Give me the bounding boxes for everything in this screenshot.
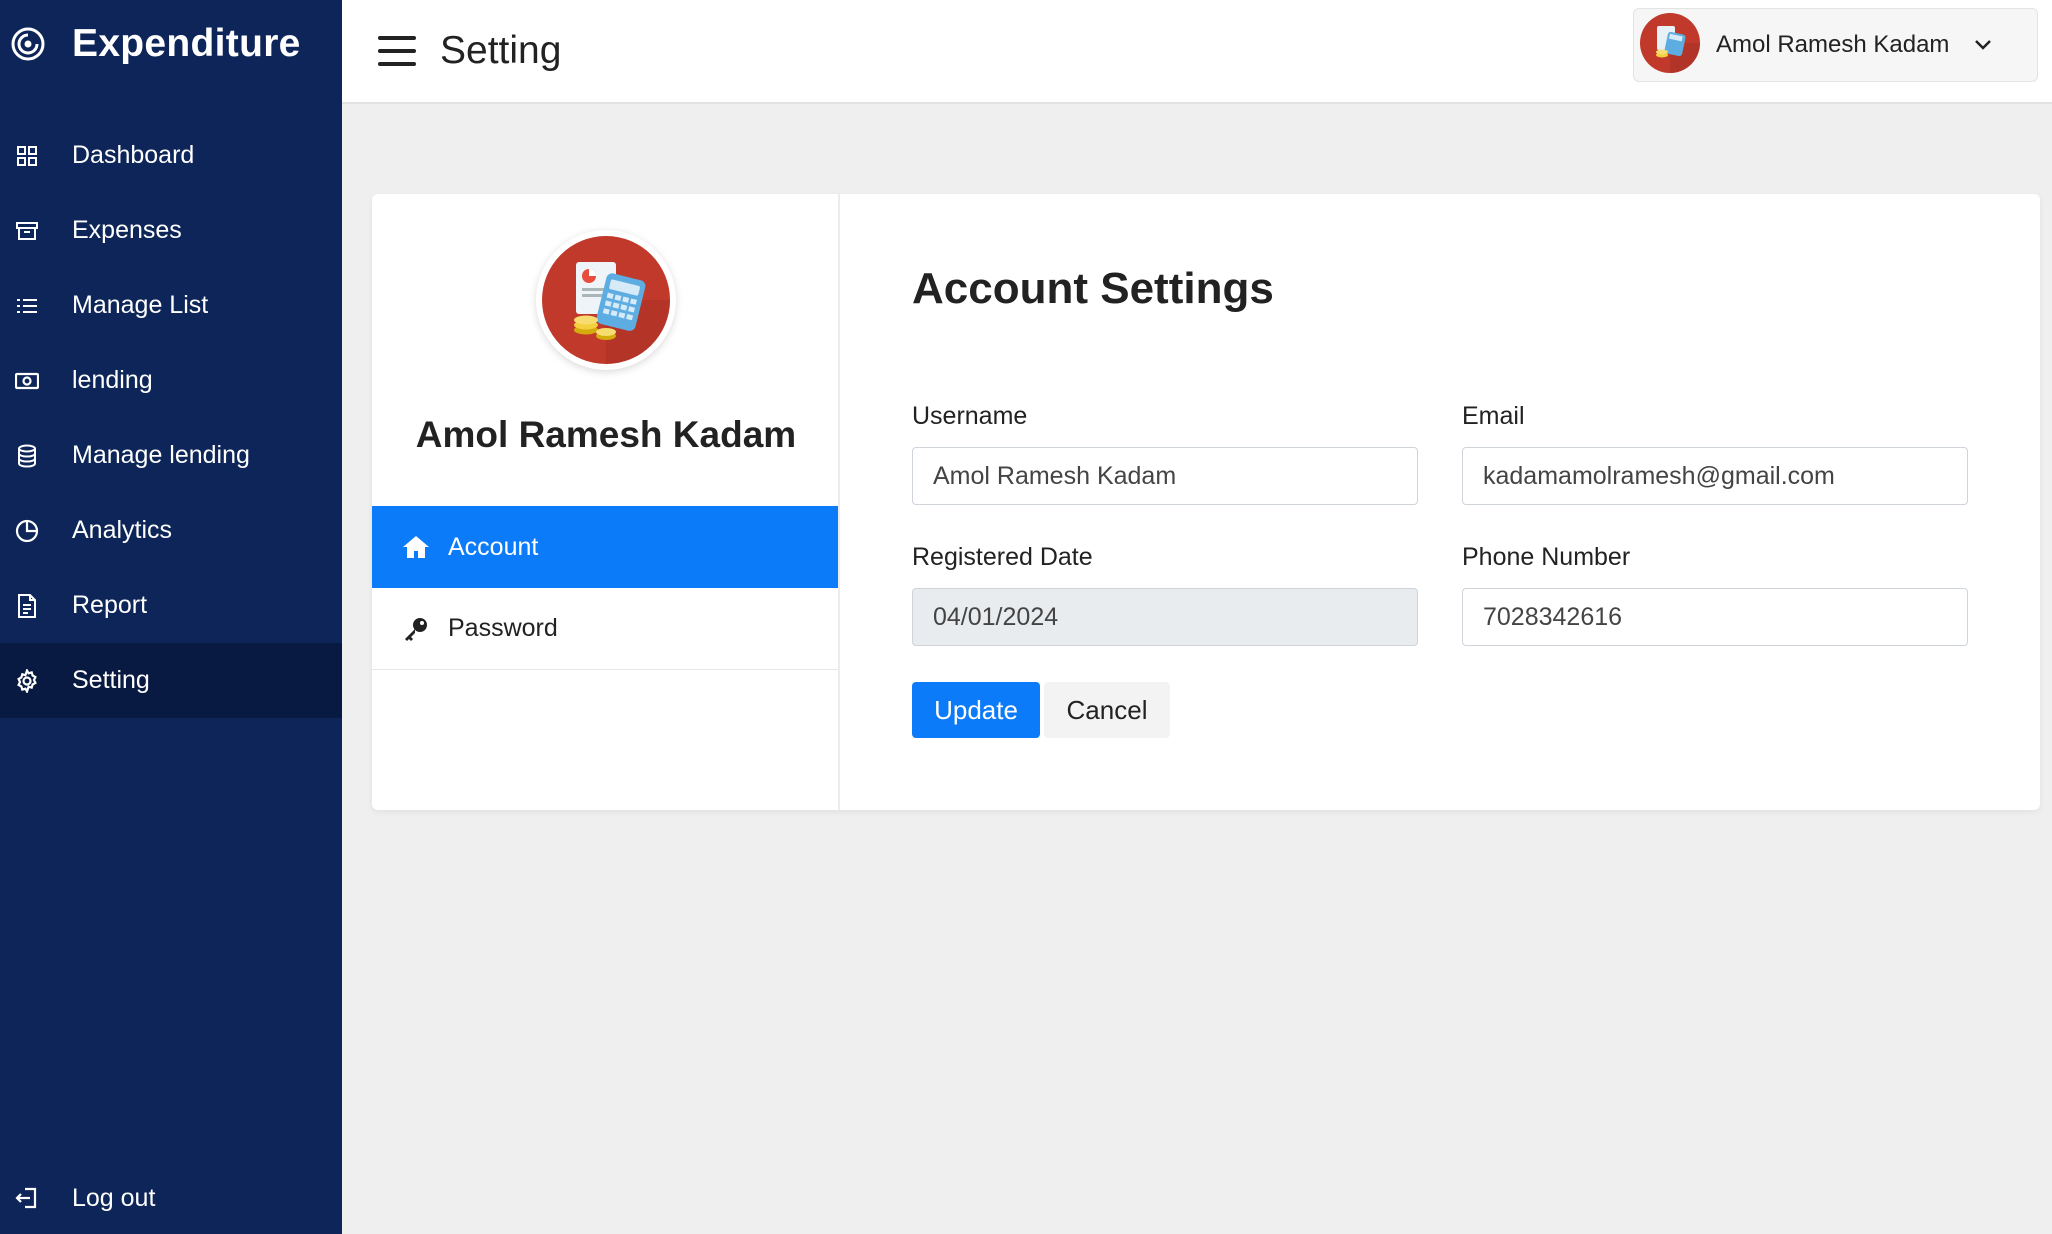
settings-card: Amol Ramesh Kadam Account Password Accou… — [372, 194, 2040, 810]
brand-name: Expenditure — [72, 22, 301, 65]
profile-avatar — [536, 230, 676, 370]
email-label: Email — [1462, 402, 1525, 430]
account-settings-panel: Account Settings Username Email Register… — [912, 194, 2040, 810]
logout-icon — [14, 1185, 40, 1211]
username-field-group: Username — [912, 402, 1418, 505]
phone-label: Phone Number — [1462, 543, 1631, 571]
cash-icon — [14, 368, 40, 394]
brand[interactable]: Expenditure — [0, 0, 342, 88]
logout-button[interactable]: Log out — [0, 1162, 342, 1234]
menu-item-label: Password — [448, 614, 558, 642]
registered-date-field-group: Registered Date — [912, 543, 1418, 646]
registered-date-label: Registered Date — [912, 543, 1093, 571]
update-button[interactable]: Update — [912, 682, 1040, 738]
section-title: Account Settings — [912, 264, 1274, 313]
sidebar-item-dashboard[interactable]: Dashboard — [0, 118, 342, 193]
phone-input[interactable] — [1462, 588, 1968, 646]
archive-icon — [14, 218, 40, 244]
user-name: Amol Ramesh Kadam — [1716, 31, 1950, 58]
top-bar: Setting Amol Ramesh Kadam — [342, 0, 2052, 104]
menu-item-account[interactable]: Account — [372, 506, 838, 588]
sidebar-item-label: Analytics — [72, 516, 173, 544]
sidebar-item-label: Dashboard — [72, 141, 195, 169]
sidebar-item-analytics[interactable]: Analytics — [0, 493, 342, 568]
sidebar-nav: Dashboard Expenses Manage List lending M… — [0, 118, 342, 718]
chevron-down-icon — [1973, 38, 1993, 52]
settings-menu: Account Password — [372, 506, 838, 670]
sidebar-item-report[interactable]: Report — [0, 568, 342, 643]
sidebar-item-expenses[interactable]: Expenses — [0, 193, 342, 268]
sidebar-item-label: Manage List — [72, 291, 209, 319]
home-icon — [402, 533, 430, 561]
brand-logo-icon — [10, 26, 46, 62]
page-title: Setting — [440, 29, 562, 72]
document-icon — [14, 593, 40, 619]
sidebar-item-label: Expenses — [72, 216, 182, 244]
cancel-button[interactable]: Cancel — [1044, 682, 1170, 738]
grid-icon — [14, 143, 40, 169]
email-field-group: Email — [1462, 402, 1968, 505]
username-input[interactable] — [912, 447, 1418, 505]
email-input[interactable] — [1462, 447, 1968, 505]
registered-date-input — [912, 588, 1418, 646]
list-icon — [14, 293, 40, 319]
menu-item-label: Account — [448, 532, 539, 561]
sidebar-item-label: Setting — [72, 666, 150, 694]
username-label: Username — [912, 402, 1028, 430]
phone-field-group: Phone Number — [1462, 543, 1968, 646]
profile-name: Amol Ramesh Kadam — [415, 414, 797, 455]
menu-toggle-icon[interactable] — [378, 36, 416, 66]
sidebar-item-lending[interactable]: lending — [0, 343, 342, 418]
logout-label: Log out — [72, 1183, 156, 1212]
key-icon — [402, 615, 430, 643]
user-menu-dropdown[interactable]: Amol Ramesh Kadam — [1633, 8, 2038, 82]
sidebar: Expenditure Dashboard Expenses Manage Li… — [0, 0, 342, 1234]
sidebar-item-label: Report — [72, 591, 148, 619]
sidebar-item-label: lending — [72, 366, 153, 394]
sidebar-item-setting[interactable]: Setting — [0, 643, 342, 718]
sidebar-item-manage-list[interactable]: Manage List — [0, 268, 342, 343]
database-icon — [14, 443, 40, 469]
profile-panel: Amol Ramesh Kadam Account Password — [372, 194, 840, 810]
gear-icon — [14, 668, 40, 694]
menu-item-password[interactable]: Password — [372, 588, 838, 670]
avatar — [1640, 12, 1700, 78]
sidebar-item-label: Manage lending — [72, 441, 250, 469]
sidebar-item-manage-lending[interactable]: Manage lending — [0, 418, 342, 493]
pie-chart-icon — [14, 518, 40, 544]
